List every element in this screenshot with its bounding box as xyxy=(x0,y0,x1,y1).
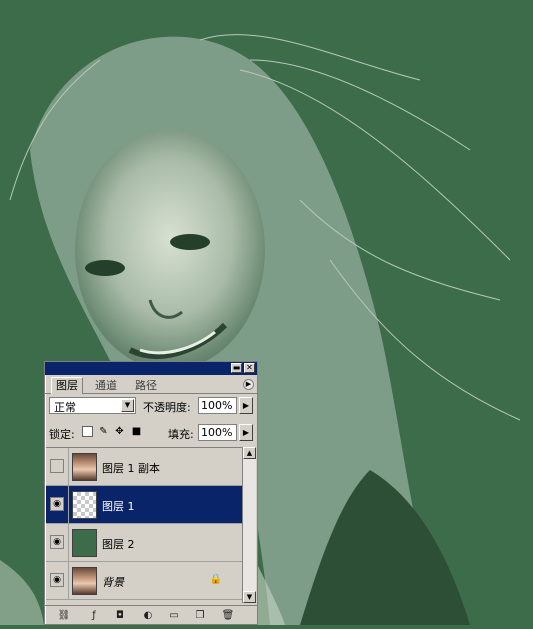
eye-icon[interactable]: ◉ xyxy=(50,535,64,549)
layer-thumbnail xyxy=(72,529,97,557)
tab-channels[interactable]: 通道 xyxy=(91,378,121,393)
panel-titlebar[interactable]: ▬ ✕ xyxy=(45,362,257,375)
blend-mode-select[interactable]: 正常 ▼ xyxy=(49,397,136,414)
minimize-button[interactable]: ▬ xyxy=(231,363,242,373)
layer-thumbnail xyxy=(72,567,97,595)
layer-style-icon[interactable]: ƒ xyxy=(87,609,101,622)
chevron-down-icon[interactable]: ▼ xyxy=(121,399,134,412)
lock-image-brush-icon[interactable]: ✎ xyxy=(98,426,109,437)
panel-menu-icon[interactable]: ▶ xyxy=(243,379,254,390)
lock-transparent-icon[interactable] xyxy=(82,426,93,437)
opacity-slider-button[interactable]: ▶ xyxy=(239,397,253,414)
scroll-down-button[interactable]: ▼ xyxy=(243,591,256,603)
layer-list: 图层 1 副本 ◉ 图层 1 ◉ 图层 2 ◉ 背景 🔒 xyxy=(46,447,242,604)
row-divider xyxy=(68,524,69,561)
fill-label: 填充: xyxy=(168,428,194,441)
close-button[interactable]: ✕ xyxy=(244,363,255,373)
lock-icon: 🔒 xyxy=(209,574,222,585)
opacity-input[interactable]: 100% xyxy=(198,397,237,414)
layer-list-scrollbar[interactable]: ▲ ▼ xyxy=(242,447,256,603)
fill-input[interactable]: 100% xyxy=(198,424,237,441)
blend-mode-value: 正常 xyxy=(54,401,76,414)
lock-position-move-icon[interactable]: ✥ xyxy=(114,426,125,437)
link-layers-icon[interactable]: ⛓ xyxy=(57,609,71,622)
visibility-toggle[interactable] xyxy=(50,459,64,473)
fill-slider-button[interactable]: ▶ xyxy=(239,424,253,441)
layer-row-background[interactable]: ◉ 背景 🔒 xyxy=(46,562,242,600)
panel-bottom-toolbar: ⛓ ƒ ◘ ◐ ▭ ❐ 🗑 xyxy=(45,605,257,625)
row-divider xyxy=(68,486,69,523)
eye-icon[interactable]: ◉ xyxy=(50,497,64,511)
layer-row-copy[interactable]: 图层 1 副本 xyxy=(46,448,242,486)
layer-thumbnail xyxy=(72,453,97,481)
layer-name: 图层 2 xyxy=(102,538,135,551)
eye-icon[interactable]: ◉ xyxy=(50,573,64,587)
trash-icon[interactable]: 🗑 xyxy=(221,609,235,622)
layer-thumbnail xyxy=(72,491,97,519)
row-divider xyxy=(68,562,69,599)
tab-paths[interactable]: 路径 xyxy=(131,378,161,393)
lock-all-icon[interactable]: ■ xyxy=(131,426,142,437)
layer-row-layer1[interactable]: ◉ 图层 1 xyxy=(46,486,242,524)
add-mask-icon[interactable]: ◘ xyxy=(113,609,127,622)
panel-tabs: 图层 通道 路径 ▶ xyxy=(45,376,257,394)
adjustment-layer-icon[interactable]: ◐ xyxy=(141,609,155,622)
lock-label: 锁定: xyxy=(49,428,75,441)
layers-panel: ▬ ✕ 图层 通道 路径 ▶ 正常 ▼ 不透明度: 100% ▶ 锁定: ✎ ✥… xyxy=(44,361,258,625)
new-layer-icon[interactable]: ❐ xyxy=(193,609,207,622)
tab-layers[interactable]: 图层 xyxy=(51,377,83,394)
new-group-icon[interactable]: ▭ xyxy=(167,609,181,622)
scroll-up-button[interactable]: ▲ xyxy=(243,447,256,459)
opacity-label: 不透明度: xyxy=(143,401,191,414)
layer-name: 图层 1 xyxy=(102,500,135,513)
row-divider xyxy=(68,448,69,485)
layer-name: 图层 1 副本 xyxy=(102,462,160,475)
layer-name: 背景 xyxy=(102,576,124,589)
layer-row-layer2[interactable]: ◉ 图层 2 xyxy=(46,524,242,562)
